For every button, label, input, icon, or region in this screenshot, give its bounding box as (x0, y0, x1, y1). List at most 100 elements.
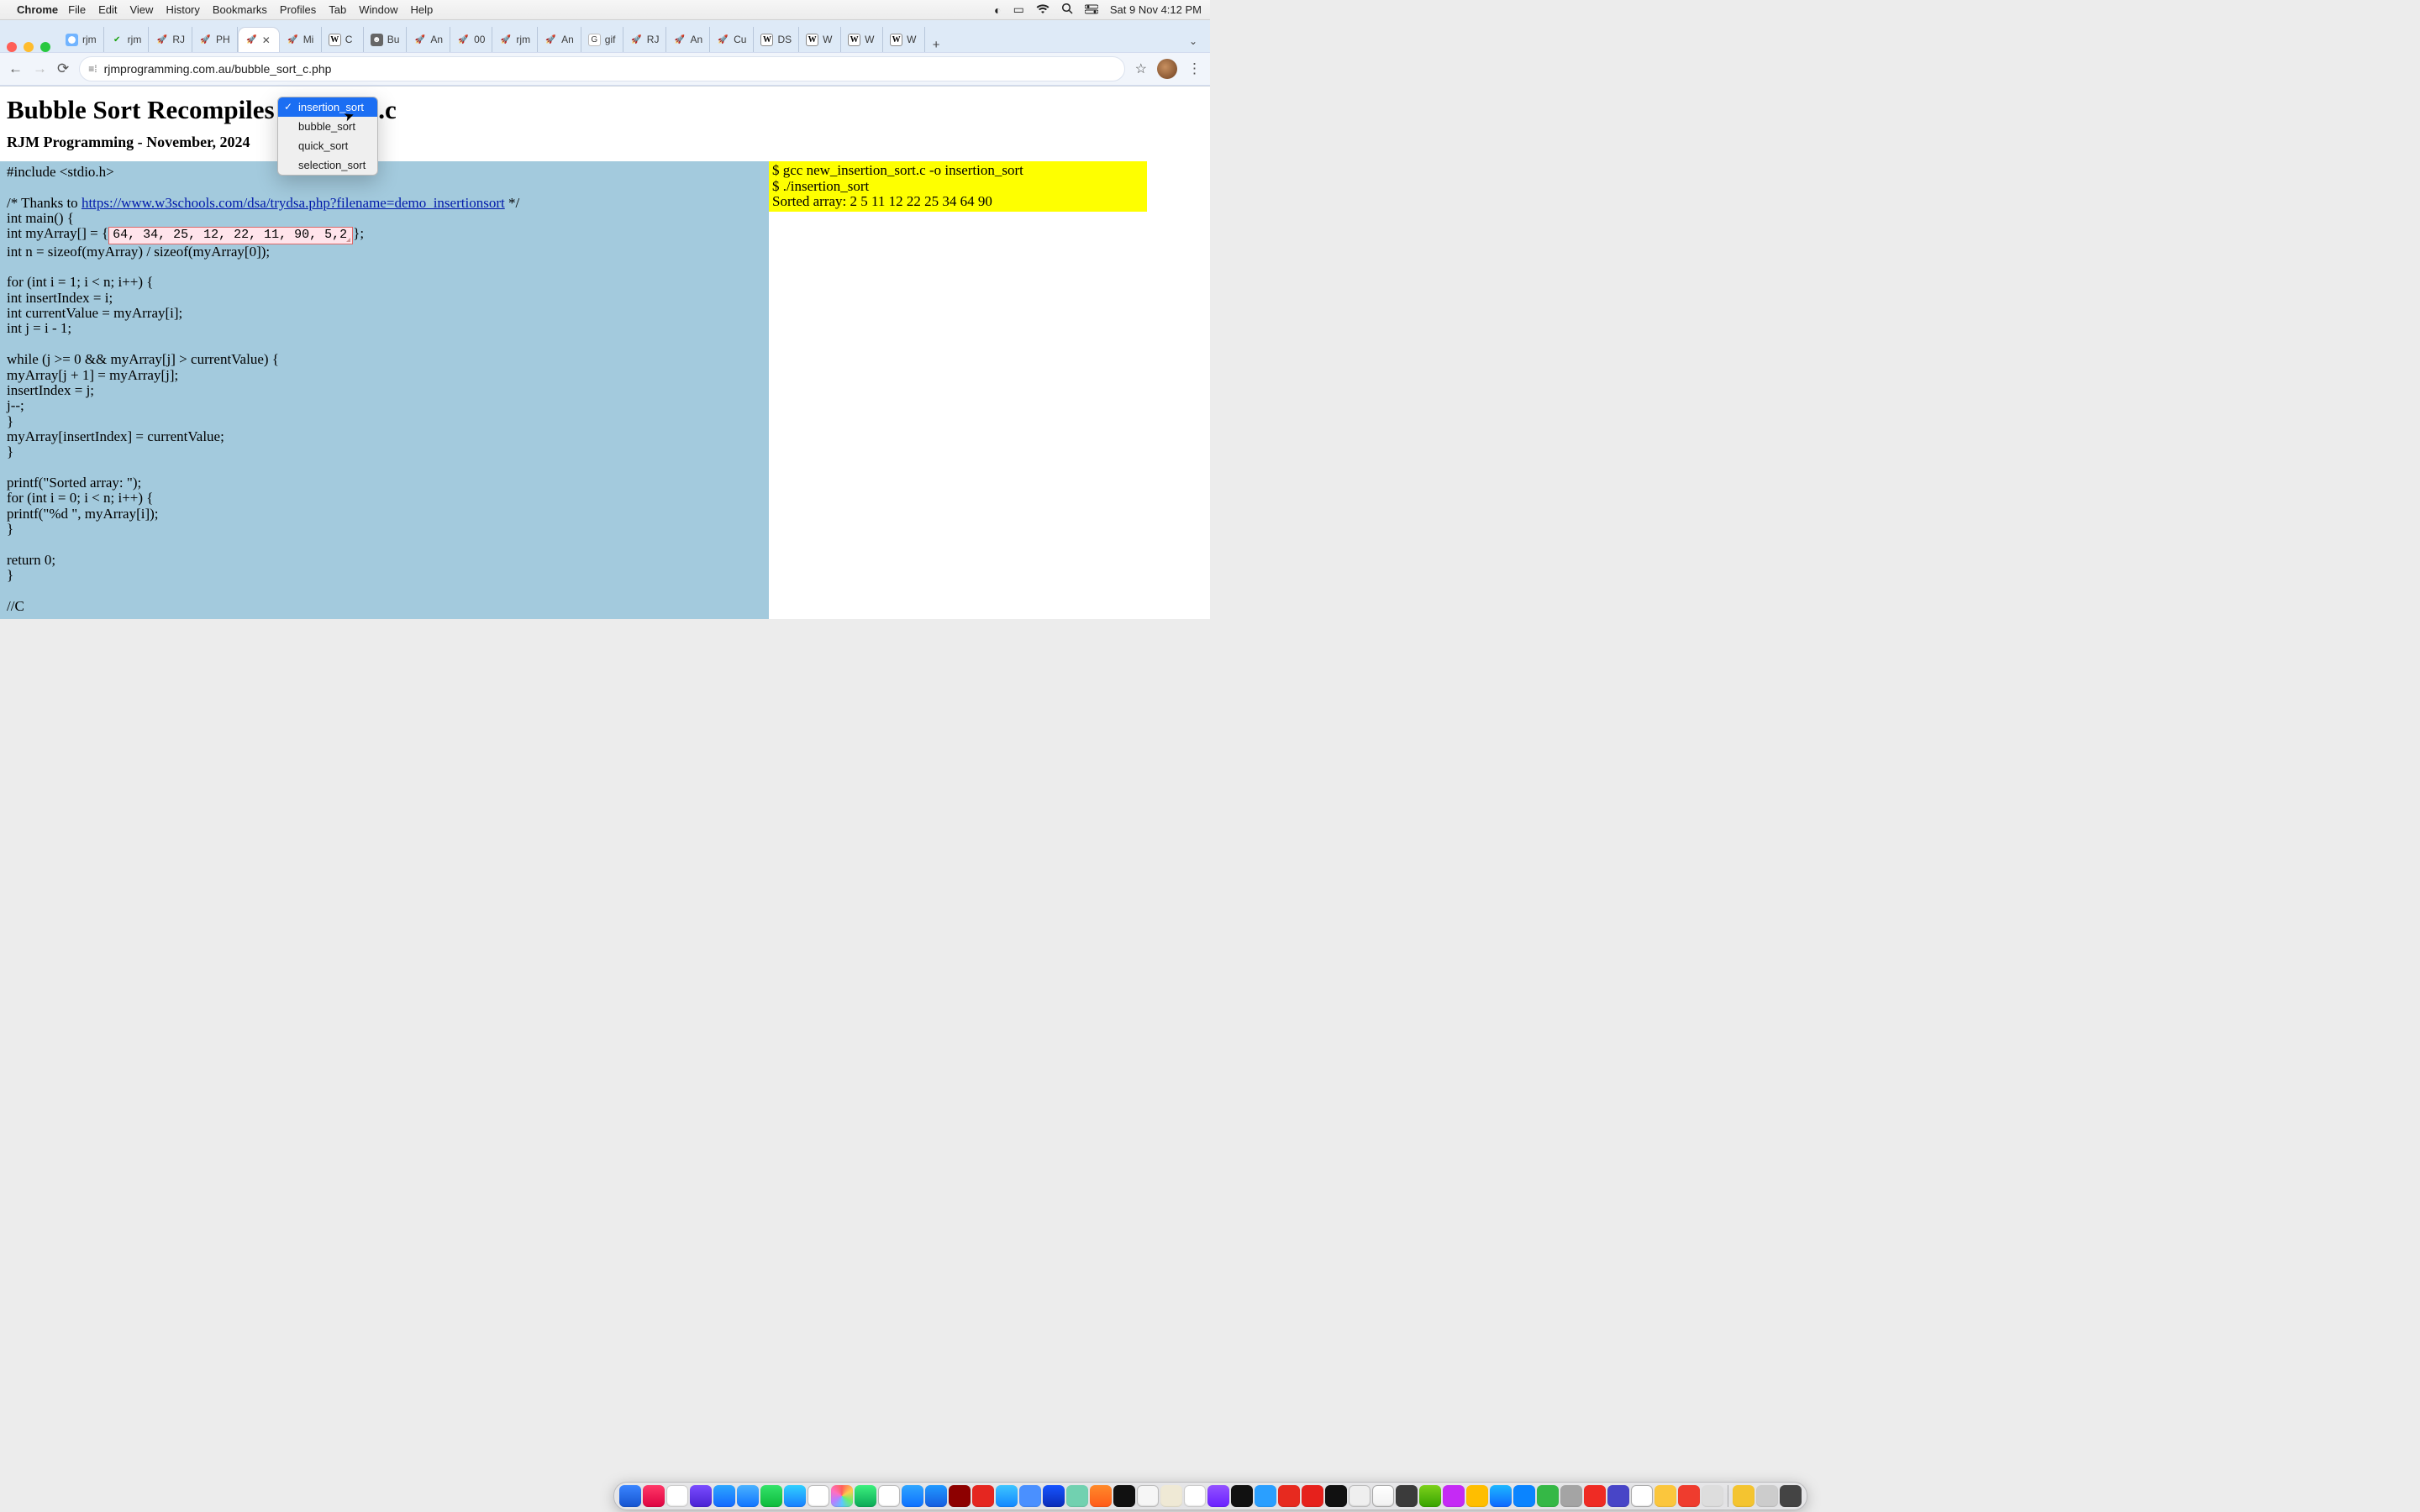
dropdown-option-selection[interactable]: selection_sort (278, 155, 377, 175)
dock-app-icon[interactable] (784, 1485, 806, 1507)
dock-app-icon[interactable] (925, 1485, 947, 1507)
dock-app-icon[interactable] (1443, 1485, 1465, 1507)
bookmark-star-icon[interactable]: ☆ (1135, 60, 1147, 77)
dock-app-icon[interactable] (1160, 1485, 1182, 1507)
dropdown-option-quick[interactable]: quick_sort (278, 136, 377, 155)
browser-tab[interactable]: 🚀An (538, 27, 581, 52)
dock-app-icon[interactable] (1631, 1485, 1653, 1507)
browser-tab[interactable]: 🚀An (407, 27, 450, 52)
browser-tab[interactable]: Ggif (581, 27, 623, 52)
profile-avatar[interactable] (1157, 59, 1177, 79)
browser-tab[interactable]: 🚀An (666, 27, 710, 52)
menu-profiles[interactable]: Profiles (280, 3, 316, 16)
dock-app-icon[interactable] (1184, 1485, 1206, 1507)
dock-app-icon[interactable] (972, 1485, 994, 1507)
dock-app-launchpad-icon[interactable] (666, 1485, 688, 1507)
window-minimize-icon[interactable] (24, 42, 34, 52)
dock-app-icon[interactable] (1490, 1485, 1512, 1507)
address-bar[interactable]: ≡⁞ rjmprogramming.com.au/bubble_sort_c.p… (79, 56, 1124, 81)
dock-app-textedit-icon[interactable] (878, 1485, 900, 1507)
window-traffic-lights[interactable] (7, 42, 50, 52)
code-link[interactable]: https://www.w3schools.com/dsa/trydsa.php… (82, 195, 505, 211)
dock-app-icon[interactable] (1349, 1485, 1370, 1507)
reload-button[interactable]: ⟳ (57, 60, 69, 77)
tabs-overflow-button[interactable]: ⌄ (1181, 30, 1205, 52)
browser-tab[interactable]: WDS (754, 27, 799, 52)
browser-tab[interactable]: 🚀Mi (280, 27, 322, 52)
dock-app-icon[interactable] (1231, 1485, 1253, 1507)
battery-icon[interactable]: ▭ (1013, 3, 1024, 17)
browser-tab[interactable]: 🚀rjm (492, 27, 538, 52)
spotlight-icon[interactable] (1061, 3, 1073, 17)
browser-tab[interactable]: WW (883, 27, 925, 52)
dock-app-icon[interactable] (1678, 1485, 1700, 1507)
menu-bookmarks[interactable]: Bookmarks (213, 3, 267, 16)
dock-app-icon[interactable] (902, 1485, 923, 1507)
dock-app-appstore-icon[interactable] (1019, 1485, 1041, 1507)
browser-tab[interactable]: 🚀00 (450, 27, 492, 52)
sort-type-dropdown[interactable]: insertion_sort bubble_sort quick_sort se… (277, 97, 378, 176)
dock-app-safari-icon[interactable] (713, 1485, 735, 1507)
array-input[interactable]: 64, 34, 25, 12, 22, 11, 90, 5,2 (108, 227, 353, 244)
browser-tab[interactable]: WW (841, 27, 883, 52)
menu-file[interactable]: File (68, 3, 86, 16)
dock-app-icon[interactable] (1655, 1485, 1676, 1507)
dock-app-settings-icon[interactable] (1560, 1485, 1582, 1507)
browser-tab[interactable]: WC (322, 27, 364, 52)
dock-app-icon[interactable] (1137, 1485, 1159, 1507)
chrome-menu-icon[interactable]: ⋮ (1187, 60, 1202, 77)
dock-app-icon[interactable] (1419, 1485, 1441, 1507)
new-tab-button[interactable]: + (925, 38, 947, 52)
dock-trash-icon[interactable] (1780, 1485, 1802, 1507)
forward-button[interactable]: → (33, 60, 47, 77)
dock-app-icon[interactable] (1513, 1485, 1535, 1507)
dock-downloads-icon[interactable] (1756, 1485, 1778, 1507)
dock-app-icon[interactable] (808, 1485, 829, 1507)
browser-tab[interactable]: 🚀RJ (149, 27, 192, 52)
window-zoom-icon[interactable] (40, 42, 50, 52)
tab-close-icon[interactable]: ✕ (262, 34, 271, 46)
dock-app-icon[interactable] (1584, 1485, 1606, 1507)
browser-tab[interactable]: 🚀RJ (623, 27, 667, 52)
dock-app-firefox-icon[interactable] (1090, 1485, 1112, 1507)
dock-app-icon[interactable] (1466, 1485, 1488, 1507)
dock-app-facetime-icon[interactable] (855, 1485, 876, 1507)
dock-app-chrome-icon[interactable] (1372, 1485, 1394, 1507)
dock-app-icon[interactable] (1255, 1485, 1276, 1507)
dock-app-icon[interactable] (690, 1485, 712, 1507)
site-info-icon[interactable]: ≡⁞ (88, 63, 97, 75)
dock-app-icon[interactable] (1043, 1485, 1065, 1507)
wifi-icon[interactable] (1036, 3, 1050, 17)
menu-history[interactable]: History (166, 3, 199, 16)
dock-app-icon[interactable] (1537, 1485, 1559, 1507)
menu-help[interactable]: Help (411, 3, 434, 16)
dock-app-opera-icon[interactable] (1302, 1485, 1323, 1507)
back-button[interactable]: ← (8, 60, 23, 77)
app-name[interactable]: Chrome (17, 3, 58, 16)
dropdown-option-insertion[interactable]: insertion_sort (278, 97, 377, 117)
browser-tab[interactable]: 🚀PH (192, 27, 238, 52)
dock-app-messages-icon[interactable] (760, 1485, 782, 1507)
dock-app-music-icon[interactable] (643, 1485, 665, 1507)
dock-app-mail-icon[interactable] (737, 1485, 759, 1507)
dock-app-filezilla-icon[interactable] (949, 1485, 971, 1507)
browser-tab[interactable]: ✔rjm (104, 27, 150, 52)
browser-tab[interactable]: 🚀Cu (710, 27, 754, 52)
browser-tab[interactable]: ☻Bu (364, 27, 408, 52)
dock-app-icon[interactable] (1066, 1485, 1088, 1507)
dock-folder-icon[interactable] (1733, 1485, 1754, 1507)
dock-app-icon[interactable] (1278, 1485, 1300, 1507)
dock-app-finder-icon[interactable] (619, 1485, 641, 1507)
dock-app-appletv-icon[interactable] (1113, 1485, 1135, 1507)
menubar-clock[interactable]: Sat 9 Nov 4:12 PM (1110, 3, 1202, 16)
menu-tab[interactable]: Tab (329, 3, 346, 16)
dropdown-option-bubble[interactable]: bubble_sort (278, 117, 377, 136)
dock-app-icon[interactable] (1702, 1485, 1723, 1507)
dock-app-icon[interactable] (1396, 1485, 1418, 1507)
dock-app-terminal-icon[interactable] (1325, 1485, 1347, 1507)
dock-app-zoom-icon[interactable] (996, 1485, 1018, 1507)
browser-tab-active[interactable]: 🚀✕ (238, 27, 280, 52)
menu-edit[interactable]: Edit (98, 3, 117, 16)
dock-app-icon[interactable] (1607, 1485, 1629, 1507)
dock-app-photos-icon[interactable] (831, 1485, 853, 1507)
